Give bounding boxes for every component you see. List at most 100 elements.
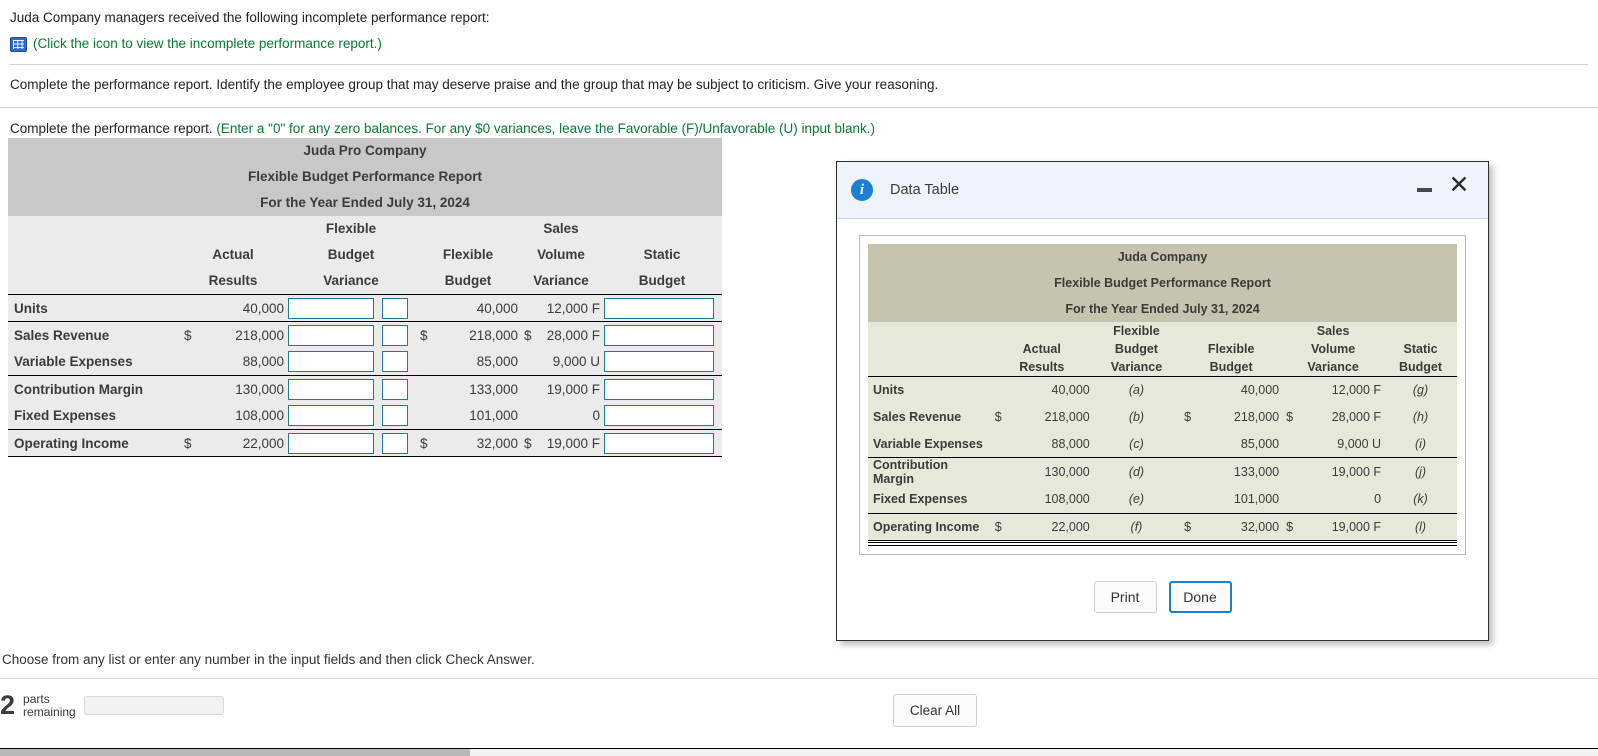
dt-units-svv-dollar <box>1282 376 1299 404</box>
dt-fixed-actual: 108,000 <box>1013 486 1093 513</box>
fixed-static-budget-input[interactable] <box>604 405 714 427</box>
varexp-svv-dollar <box>520 348 534 376</box>
parts-remaining-count: 2 <box>0 690 16 720</box>
dt-cm-svv: 19,000 F <box>1298 457 1385 486</box>
cm-fbv-fu-cell <box>380 375 416 403</box>
units-fbv-fu-input[interactable] <box>382 297 408 319</box>
hdr-mid-actual: Actual <box>212 247 254 262</box>
close-icon[interactable]: ✕ <box>1446 172 1472 198</box>
dt-hdr-blank-3 <box>868 358 991 377</box>
dt-hdr-top-flexbudget <box>1180 322 1283 340</box>
dt-fixed-svv: 0 <box>1298 486 1385 513</box>
oi-fbv-fu-cell <box>380 429 416 457</box>
oi-static-cell <box>602 429 723 457</box>
units-actual-dollar <box>180 294 194 322</box>
datatable-header-mid: Actual Budget Flexible Volume Static <box>868 340 1457 358</box>
oi-flex-dollar: $ <box>416 429 430 457</box>
fixed-fbv-input[interactable] <box>288 405 374 427</box>
oi-actual-results: 22,000 <box>194 429 286 457</box>
done-button[interactable]: Done <box>1168 580 1232 613</box>
dt-sales-static: (h) <box>1384 403 1457 431</box>
sales-fbv-cell <box>286 321 380 349</box>
table-row: Units 40,000 40,000 12,000 F <box>8 294 723 322</box>
dt-hdr-bot-budget: Budget <box>1180 358 1283 377</box>
dt-oi-flex: 32,000 <box>1200 512 1283 541</box>
dt-cm-actual-dollar <box>990 457 1014 486</box>
varexp-fbv-fu-cell <box>380 348 416 376</box>
worksheet-table: Juda Pro Company Flexible Budget Perform… <box>8 138 723 457</box>
oi-fbv-fu-input[interactable] <box>382 432 408 454</box>
parts-label-line1: parts <box>23 691 50 706</box>
varexp-fbv-fu-input[interactable] <box>382 351 408 373</box>
varexp-fbv-input[interactable] <box>288 351 374 373</box>
units-svv-dollar <box>520 294 534 322</box>
worksheet-title-row-3: For the Year Ended July 31, 2024 <box>8 190 723 216</box>
cm-fbv-input[interactable] <box>288 378 374 400</box>
dt-oi-static: (l) <box>1384 512 1457 541</box>
fixed-flex-dollar <box>416 402 430 430</box>
sales-fbv-input[interactable] <box>288 324 374 346</box>
varexp-actual-dollar <box>180 348 194 376</box>
dt-units-svv: 12,000 F <box>1298 376 1385 404</box>
varexp-static-budget-input[interactable] <box>604 351 714 373</box>
row-label-variable-expenses: Variable Expenses <box>8 348 180 376</box>
hdr-mid-volume: Volume <box>537 247 585 262</box>
hdr-bot-results: Results <box>208 273 258 288</box>
dt-fixed-static: (k) <box>1384 486 1457 513</box>
parts-remaining-area: 2 parts remaining <box>0 692 224 719</box>
cm-fbv-fu-input[interactable] <box>382 378 408 400</box>
dt-sales-fbv: (b) <box>1092 403 1181 431</box>
print-button[interactable]: Print <box>1093 580 1157 613</box>
units-fbv-input[interactable] <box>288 297 374 319</box>
scrollbar-thumb[interactable] <box>0 749 470 756</box>
minimize-icon[interactable] <box>1417 188 1432 192</box>
datatable-link-text[interactable]: (Click the icon to view the incomplete p… <box>33 34 382 54</box>
datatable-link-row[interactable]: (Click the icon to view the incomplete p… <box>10 34 1588 54</box>
dt-hdr-blank-2 <box>868 340 991 358</box>
hdr-bot-budget: Budget <box>444 273 492 288</box>
table-row: Fixed Expenses 108,000 101,000 0 <box>8 402 723 430</box>
dt-hdr-bot-budget2: Budget <box>1384 358 1457 377</box>
dt-cm-flex-dollar <box>1180 457 1201 486</box>
dt-varexp-flex-dollar <box>1180 430 1201 458</box>
oi-flexible-budget: 32,000 <box>430 429 520 457</box>
datatable-header-bot: Results Variance Budget Variance Budget <box>868 358 1457 377</box>
fixed-fbv-fu-input[interactable] <box>382 405 408 427</box>
fixed-fbv-cell <box>286 402 380 430</box>
dt-hdr-top-actual <box>990 322 1093 340</box>
dt-row-label-contribution-margin: Contribution Margin <box>868 457 991 486</box>
performance-report-worksheet: Juda Pro Company Flexible Budget Perform… <box>8 138 723 457</box>
sales-fbv-fu-cell <box>380 321 416 349</box>
hdr-mid-static: Static <box>643 247 681 262</box>
datatable-double-rule <box>868 541 1457 546</box>
fixed-static-cell <box>602 402 723 430</box>
dt-row-label-operating-income: Operating Income <box>868 512 991 541</box>
question-intro: Juda Company managers received the follo… <box>10 10 490 25</box>
oi-fbv-input[interactable] <box>288 432 374 454</box>
hdr-mid-budget: Budget <box>327 247 375 262</box>
fixed-sales-volume-variance: 0 <box>534 402 602 430</box>
oi-static-budget-input[interactable] <box>604 432 714 454</box>
datatable-title-row-1: Juda Company <box>868 244 1457 270</box>
datatable: Juda Company Flexible Budget Performance… <box>868 244 1457 541</box>
grid-table-icon[interactable] <box>10 36 27 52</box>
dt-units-fbv: (a) <box>1092 376 1181 404</box>
hdr-top-flexbudget <box>416 216 520 242</box>
sales-static-budget-input[interactable] <box>604 324 714 346</box>
dt-hdr-blank-1 <box>868 322 991 340</box>
hdr-top-sales: Sales <box>543 221 579 236</box>
units-flexible-budget: 40,000 <box>430 294 520 322</box>
horizontal-scrollbar[interactable] <box>0 748 1598 756</box>
worksheet-header-row-bot: Results Variance Budget Variance Budget <box>8 268 723 295</box>
sales-fbv-fu-input[interactable] <box>382 324 408 346</box>
row-label-sales-revenue: Sales Revenue <box>8 321 180 349</box>
cm-static-budget-input[interactable] <box>604 378 714 400</box>
clear-all-button[interactable]: Clear All <box>893 694 977 727</box>
dt-oi-actual-dollar: $ <box>990 512 1014 541</box>
units-flex-dollar <box>416 294 430 322</box>
dt-fixed-flex-dollar <box>1180 486 1201 513</box>
dt-varexp-flex: 85,000 <box>1200 430 1283 458</box>
dt-units-actual: 40,000 <box>1013 376 1093 404</box>
datatable-title-2: Flexible Budget Performance Report <box>868 270 1457 296</box>
units-static-budget-input[interactable] <box>604 297 714 319</box>
